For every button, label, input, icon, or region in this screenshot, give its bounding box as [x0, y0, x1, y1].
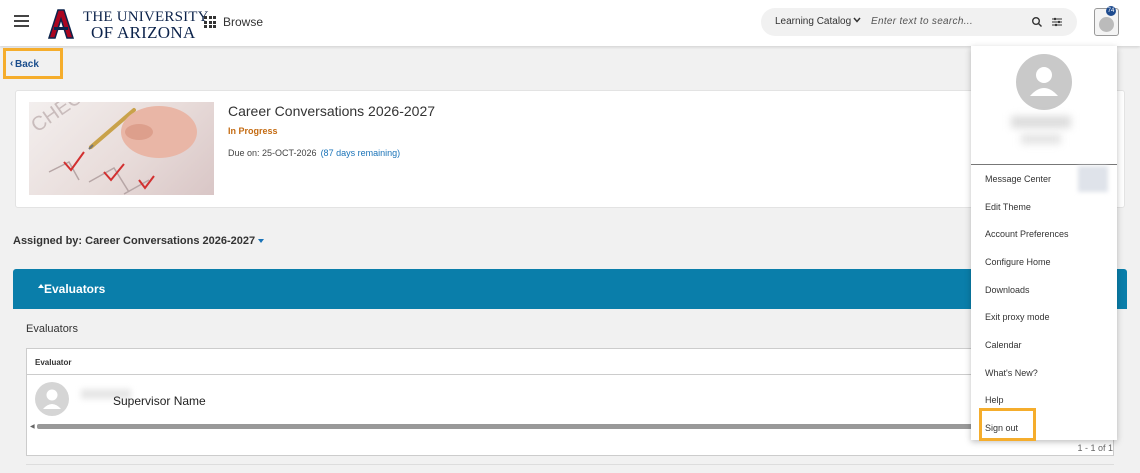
- checklist-pen-image-icon: CHEC: [29, 102, 197, 195]
- svg-text:CHEC: CHEC: [29, 102, 86, 137]
- profile-avatar: [1016, 54, 1072, 110]
- search-icon[interactable]: [1031, 16, 1043, 28]
- redacted-user-detail: [1021, 134, 1061, 144]
- evaluators-subheading: Evaluators: [26, 323, 78, 335]
- status-badge: In Progress: [228, 126, 278, 136]
- person-icon: [1030, 67, 1058, 96]
- filter-sliders-icon[interactable]: [1051, 16, 1063, 28]
- university-a-logo-icon: [47, 9, 75, 39]
- avatar-icon: [1099, 17, 1114, 32]
- menu-item-downloads[interactable]: Downloads: [985, 285, 1030, 295]
- notification-badge: 74: [1106, 6, 1116, 16]
- column-header-evaluator[interactable]: Evaluator: [27, 349, 1113, 375]
- scroll-left-icon[interactable]: ◀: [30, 423, 35, 430]
- course-title: Career Conversations 2026-2027: [228, 103, 436, 119]
- due-date-text: Due on: 25-OCT-2026: [228, 148, 317, 158]
- university-logo[interactable]: THE UNIVERSITY OF ARIZONA: [45, 8, 209, 42]
- redacted-message-count: [1078, 166, 1108, 192]
- divider: [26, 464, 1114, 465]
- menu-item-edit-theme[interactable]: Edit Theme: [985, 202, 1031, 212]
- user-dropdown-menu: Message Center Edit Theme Account Prefer…: [971, 46, 1117, 440]
- menu-item-help[interactable]: Help: [985, 395, 1004, 405]
- back-button[interactable]: ‹ Back: [3, 48, 63, 79]
- scrollbar-thumb[interactable]: [37, 424, 1107, 429]
- menu-item-calendar[interactable]: Calendar: [985, 340, 1022, 350]
- pagination-text: 1 - 1 of 1: [1077, 443, 1113, 453]
- chevron-left-icon: ‹: [10, 58, 14, 69]
- caret-down-icon: [258, 239, 265, 244]
- grid-icon: [204, 16, 216, 28]
- table-row: Supervisor Name: [27, 375, 1113, 422]
- search-bar: Learning Catalog Enter text to search...: [761, 8, 1077, 36]
- course-thumbnail: CHEC: [29, 102, 214, 195]
- menu-item-exit-proxy-mode[interactable]: Exit proxy mode: [985, 312, 1050, 322]
- browse-button[interactable]: Browse: [204, 15, 263, 29]
- course-card: CHEC Career Conversations 2026-2027 In P…: [15, 90, 1125, 208]
- menu-item-message-center[interactable]: Message Center: [985, 174, 1051, 184]
- horizontal-scrollbar[interactable]: ◀: [29, 423, 1113, 430]
- menu-divider: [971, 164, 1117, 165]
- menu-item-configure-home[interactable]: Configure Home: [985, 257, 1051, 267]
- back-label: Back: [15, 59, 39, 70]
- evaluators-section-header[interactable]: Evaluators: [13, 269, 1127, 309]
- logo-text-line2: OF ARIZONA: [91, 23, 196, 42]
- menu-item-account-preferences[interactable]: Account Preferences: [985, 229, 1069, 239]
- search-scope-select[interactable]: Learning Catalog: [775, 16, 851, 27]
- search-input[interactable]: Enter text to search...: [871, 16, 973, 27]
- assigned-by-dropdown[interactable]: Assigned by: Career Conversations 2026-2…: [13, 235, 265, 247]
- redacted-user-name: [1011, 116, 1071, 128]
- menu-item-whats-new[interactable]: What's New?: [985, 368, 1038, 378]
- sign-out-highlight: [979, 408, 1036, 441]
- assigned-by-label: Assigned by: Career Conversations 2026-2…: [13, 235, 256, 247]
- top-header: THE UNIVERSITY OF ARIZONA Browse Learnin…: [0, 0, 1140, 46]
- chevron-down-icon[interactable]: [852, 15, 862, 25]
- evaluators-table: Evaluator Supervisor Name ◀ 1 - 1 of 1: [26, 348, 1114, 456]
- days-remaining: (87 days remaining): [320, 148, 401, 158]
- hamburger-menu-icon[interactable]: [14, 15, 29, 27]
- evaluator-name: Supervisor Name: [113, 394, 206, 408]
- avatar: [35, 382, 69, 416]
- browse-label: Browse: [223, 15, 264, 29]
- person-icon: [43, 389, 61, 409]
- evaluators-section-title: Evaluators: [44, 282, 106, 296]
- due-date: Due on: 25-OCT-2026 (87 days remaining): [228, 148, 400, 158]
